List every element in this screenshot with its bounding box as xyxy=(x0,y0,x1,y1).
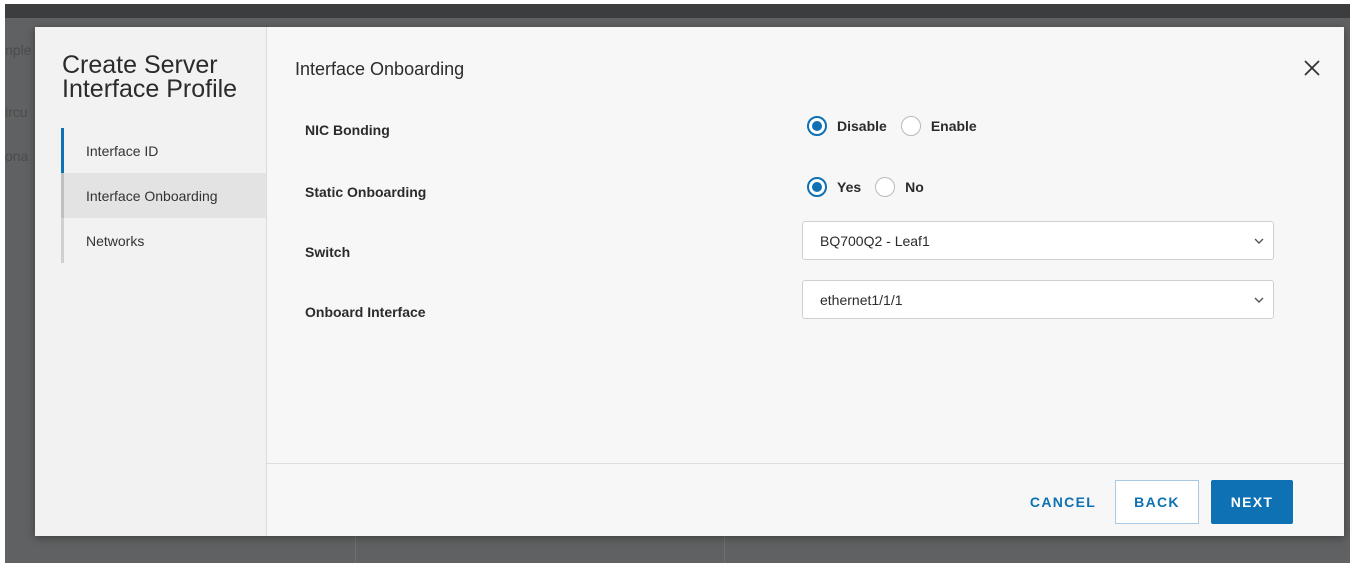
close-button[interactable] xyxy=(1298,54,1326,82)
backdrop-text: ircu xyxy=(5,104,28,120)
radio-checked-icon xyxy=(807,177,827,197)
radio-label: Disable xyxy=(837,118,887,134)
switch-select-value: BQ700Q2 - Leaf1 xyxy=(820,232,930,249)
radio-checked-icon xyxy=(807,116,827,136)
chevron-down-icon xyxy=(1254,297,1264,303)
cancel-button[interactable]: CANCEL xyxy=(1025,480,1101,524)
wizard-steps: Interface ID Interface Onboarding Networ… xyxy=(61,128,266,263)
nic-bonding-enable-radio[interactable]: Enable xyxy=(900,116,977,136)
dialog-title: Create Server Interface Profile xyxy=(62,51,238,103)
nic-bonding-radio-group: Disable Enable xyxy=(807,116,987,136)
backdrop-topbar xyxy=(5,4,1350,18)
radio-label: No xyxy=(905,179,924,195)
radio-label: Enable xyxy=(930,118,977,134)
backdrop-text: ona xyxy=(5,148,29,164)
backdrop-decoration xyxy=(355,534,725,563)
back-button[interactable]: BACK xyxy=(1115,480,1199,524)
radio-unchecked-icon xyxy=(900,116,921,136)
static-onboarding-radio-group: Yes No xyxy=(807,177,934,197)
wizard-sidebar: Create Server Interface Profile Interfac… xyxy=(35,27,267,536)
radio-unchecked-icon xyxy=(875,177,896,197)
step-interface-onboarding[interactable]: Interface Onboarding xyxy=(61,173,266,218)
radio-label: Yes xyxy=(837,179,862,195)
static-onboarding-no-radio[interactable]: No xyxy=(875,177,924,197)
step-networks[interactable]: Networks xyxy=(61,218,266,263)
chevron-down-icon xyxy=(1254,238,1264,244)
static-onboarding-label: Static Onboarding xyxy=(305,184,427,200)
onboard-interface-label: Onboard Interface xyxy=(305,304,426,320)
section-heading: Interface Onboarding xyxy=(295,59,465,79)
onboard-interface-select-value: ethernet1/1/1 xyxy=(820,291,903,308)
step-label: Interface Onboarding xyxy=(86,187,218,204)
onboard-interface-select[interactable]: ethernet1/1/1 xyxy=(802,280,1274,319)
nic-bonding-label: NIC Bonding xyxy=(305,122,390,138)
switch-select[interactable]: BQ700Q2 - Leaf1 xyxy=(802,221,1274,260)
step-interface-id[interactable]: Interface ID xyxy=(61,128,266,173)
close-icon xyxy=(1304,60,1320,76)
switch-label: Switch xyxy=(305,244,351,260)
nic-bonding-disable-radio[interactable]: Disable xyxy=(807,116,887,136)
backdrop-text: nple xyxy=(5,42,32,58)
next-button[interactable]: NEXT xyxy=(1211,480,1293,524)
step-label: Networks xyxy=(86,232,145,249)
wizard-content: Interface Onboarding NIC Bonding Disable… xyxy=(267,27,1344,536)
create-server-interface-profile-dialog: Create Server Interface Profile Interfac… xyxy=(35,27,1344,536)
step-label: Interface ID xyxy=(86,142,159,159)
dialog-footer: CANCEL BACK NEXT xyxy=(267,463,1344,536)
static-onboarding-yes-radio[interactable]: Yes xyxy=(807,177,861,197)
